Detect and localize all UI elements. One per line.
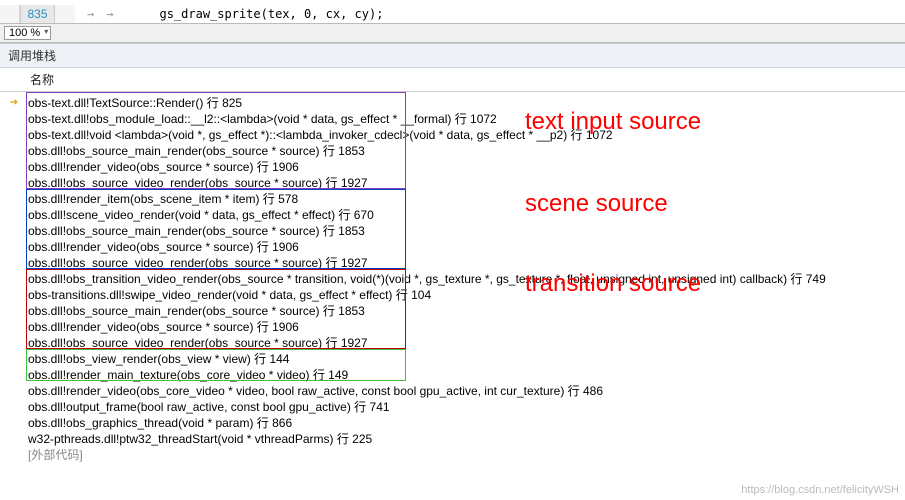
indent-marker: → — [87, 7, 94, 21]
stack-frame[interactable]: obs.dll!obs_view_render(obs_view * view)… — [0, 350, 905, 366]
stack-frame-text: obs.dll!obs_source_main_render(obs_sourc… — [22, 302, 365, 319]
stack-frame-text: obs.dll!output_frame(bool raw_active, co… — [22, 398, 390, 415]
stack-frame-text: obs.dll!scene_video_render(void * data, … — [22, 206, 374, 223]
column-header-name[interactable]: 名称 — [0, 68, 905, 92]
stack-frame[interactable]: obs.dll!output_frame(bool raw_active, co… — [0, 398, 905, 414]
stack-frame[interactable]: obs.dll!obs_source_video_render(obs_sour… — [0, 174, 905, 190]
stack-frame[interactable]: obs.dll!obs_graphics_thread(void * param… — [0, 414, 905, 430]
stack-frame[interactable]: obs.dll!render_video(obs_core_video * vi… — [0, 382, 905, 398]
stack-frame[interactable]: obs-text.dll!void <lambda>(void *, gs_ef… — [0, 126, 905, 142]
stack-frame-text: obs-transitions.dll!swipe_video_render(v… — [22, 286, 431, 303]
stack-frame[interactable]: obs-text.dll!obs_module_load::__l2::<lam… — [0, 110, 905, 126]
stack-frame-text: obs-text.dll!void <lambda>(void *, gs_ef… — [22, 126, 613, 143]
stack-frame-text: obs.dll!render_main_texture(obs_core_vid… — [22, 366, 348, 383]
stack-frame-text: obs.dll!render_video(obs_core_video * vi… — [22, 382, 603, 399]
stack-frame[interactable]: obs.dll!render_main_texture(obs_core_vid… — [0, 366, 905, 382]
external-code-label: [外部代码] — [22, 446, 83, 463]
stack-frame-text: obs.dll!render_video(obs_source * source… — [22, 238, 299, 255]
stack-frame[interactable]: obs.dll!scene_video_render(void * data, … — [0, 206, 905, 222]
panel-title: 调用堆栈 — [0, 44, 905, 68]
zoom-dropdown[interactable]: 100 % — [4, 26, 51, 40]
stack-frame-text: obs-text.dll!TextSource::Render() 行 825 — [22, 94, 242, 111]
stack-frame[interactable]: obs.dll!obs_transition_video_render(obs_… — [0, 270, 905, 286]
stack-frame-text: w32-pthreads.dll!ptw32_threadStart(void … — [22, 430, 372, 447]
stack-frame[interactable]: obs.dll!render_item(obs_scene_item * ite… — [0, 190, 905, 206]
stack-frame-text: obs.dll!obs_source_main_render(obs_sourc… — [22, 222, 365, 239]
stack-frame[interactable]: obs.dll!obs_source_main_render(obs_sourc… — [0, 142, 905, 158]
stack-frame-text: obs-text.dll!obs_module_load::__l2::<lam… — [22, 110, 497, 127]
stack-frame-text: obs.dll!render_video(obs_source * source… — [22, 158, 299, 175]
external-code-row[interactable]: [外部代码] — [0, 446, 905, 462]
stack-frame-text: obs.dll!obs_transition_video_render(obs_… — [22, 270, 826, 287]
callstack-body: ➔obs-text.dll!TextSource::Render() 行 825… — [0, 92, 905, 462]
stack-frame[interactable]: obs.dll!obs_source_video_render(obs_sour… — [0, 254, 905, 270]
stack-frame-text: obs.dll!obs_graphics_thread(void * param… — [22, 414, 292, 431]
stack-frame[interactable]: obs-transitions.dll!swipe_video_render(v… — [0, 286, 905, 302]
zoom-bar: 100 % — [0, 23, 905, 43]
stack-frame[interactable]: obs.dll!render_video(obs_source * source… — [0, 318, 905, 334]
stack-frame[interactable]: obs.dll!render_video(obs_source * source… — [0, 158, 905, 174]
stack-frame[interactable]: ➔obs-text.dll!TextSource::Render() 行 825 — [0, 94, 905, 110]
stack-frame-text: obs.dll!obs_source_video_render(obs_sour… — [22, 254, 368, 271]
callstack-panel: 调用堆栈 名称 ➔obs-text.dll!TextSource::Render… — [0, 44, 905, 462]
code-editor-strip: 835 → → gs_draw_sprite(tex, 0, cx, cy); … — [0, 0, 905, 44]
stack-frame-text: obs.dll!obs_source_video_render(obs_sour… — [22, 174, 368, 191]
stack-frame-text: obs.dll!obs_source_main_render(obs_sourc… — [22, 142, 365, 159]
stack-frame[interactable]: obs.dll!render_video(obs_source * source… — [0, 238, 905, 254]
stack-frame-text: obs.dll!render_video(obs_source * source… — [22, 318, 299, 335]
stack-frame[interactable]: obs.dll!obs_source_video_render(obs_sour… — [0, 334, 905, 350]
watermark: https://blog.csdn.net/felicityWSH — [741, 484, 899, 496]
line-number: 835 — [20, 5, 55, 23]
stack-frame-text: obs.dll!render_item(obs_scene_item * ite… — [22, 190, 298, 207]
stack-frame[interactable]: w32-pthreads.dll!ptw32_threadStart(void … — [0, 430, 905, 446]
indent-marker: → — [106, 7, 113, 21]
gutter: 835 — [0, 5, 75, 23]
current-frame-icon: ➔ — [6, 97, 22, 108]
stack-frame-text: obs.dll!obs_view_render(obs_view * view)… — [22, 350, 289, 367]
stack-frame-text: obs.dll!obs_source_video_render(obs_sour… — [22, 334, 368, 351]
stack-frame[interactable]: obs.dll!obs_source_main_render(obs_sourc… — [0, 222, 905, 238]
stack-frame[interactable]: obs.dll!obs_source_main_render(obs_sourc… — [0, 302, 905, 318]
code-line[interactable]: → → gs_draw_sprite(tex, 0, cx, cy); — [75, 5, 905, 23]
